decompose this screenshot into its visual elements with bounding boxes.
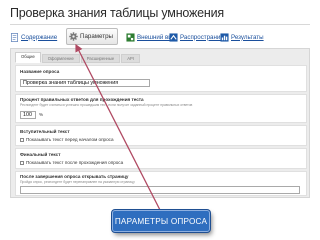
toolbar-appearance-link[interactable]: Внешний вид [126, 30, 175, 44]
survey-name-section: Название опроса Проверка знания таблицы … [15, 65, 307, 92]
pass-percent-input[interactable]: 100 [20, 111, 36, 119]
document-icon [10, 32, 19, 42]
palette-icon [126, 32, 135, 42]
toolbar-results-link[interactable]: Результаты [220, 30, 264, 44]
redirect-label: После завершения опроса открывать страни… [20, 174, 129, 179]
settings-panel: Общие Оформление Расширенные API Названи… [10, 48, 310, 198]
survey-settings-callout: ПАРАМЕТРЫ ОПРОСА [112, 210, 210, 232]
intro-text-section: Вступительный текст Показывать текст пер… [15, 125, 307, 146]
final-text-label: Финальный текст [20, 152, 61, 157]
title-divider [10, 24, 310, 25]
intro-text-checkbox-row[interactable]: Показывать текст перед началом опроса [20, 137, 114, 142]
share-icon [169, 32, 178, 42]
pass-percent-hint: Респондент будет считаться успешно проше… [20, 103, 193, 107]
page-title: Проверка знания таблицы умножения [10, 6, 224, 20]
final-text-checkbox-label: Показывать текст после прохождения опрос… [26, 160, 124, 165]
tab-general[interactable]: Общие [15, 52, 41, 63]
gear-icon [69, 32, 78, 41]
redirect-section: После завершения опроса открывать страни… [15, 171, 307, 196]
toolbar-settings-label: Параметры [80, 33, 113, 40]
redirect-hint: Пройдя опрос, респондент будет перенапра… [20, 180, 135, 184]
intro-text-label: Вступительный текст [20, 129, 70, 134]
final-text-checkbox[interactable] [20, 160, 24, 165]
pass-percent-label: Процент правильных ответов для прохожден… [20, 97, 144, 102]
tab-advanced[interactable]: Расширенные [80, 54, 121, 63]
tab-api[interactable]: API [121, 54, 140, 63]
pass-percent-section: Процент правильных ответов для прохожден… [15, 94, 307, 123]
redirect-url-input[interactable] [20, 186, 300, 194]
chart-icon [220, 32, 229, 42]
intro-text-checkbox-label: Показывать текст перед началом опроса [26, 137, 114, 142]
percent-unit: % [39, 112, 44, 117]
toolbar-results-label: Результаты [231, 33, 264, 41]
toolbar-share-link[interactable]: Распространить [169, 30, 226, 44]
toolbar-settings-button[interactable]: Параметры [66, 28, 118, 45]
toolbar: Содержание Параметры Внешний вид Распрос… [8, 28, 312, 46]
toolbar-content-link[interactable]: Содержание [10, 30, 57, 44]
settings-tabs: Общие Оформление Расширенные API [15, 52, 140, 63]
survey-name-label: Название опроса [20, 69, 60, 74]
toolbar-content-label: Содержание [21, 33, 58, 41]
tab-design[interactable]: Оформление [41, 54, 80, 63]
intro-text-checkbox[interactable] [20, 137, 24, 142]
final-text-section: Финальный текст Показывать текст после п… [15, 148, 307, 169]
survey-name-input[interactable]: Проверка знания таблицы умножения [20, 79, 150, 87]
final-text-checkbox-row[interactable]: Показывать текст после прохождения опрос… [20, 160, 123, 165]
